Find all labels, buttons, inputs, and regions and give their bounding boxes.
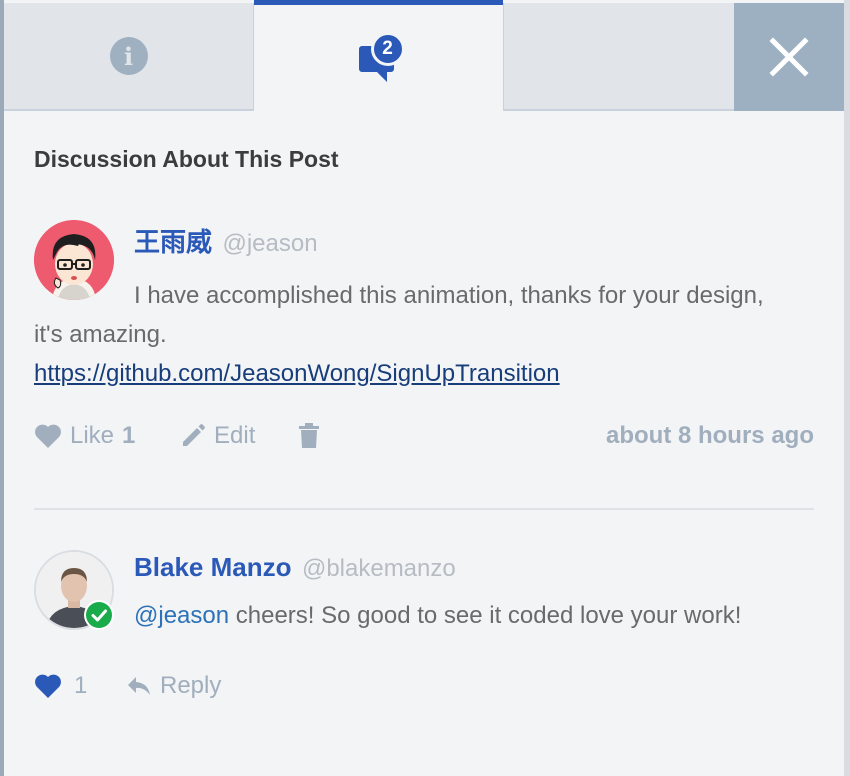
heart-outline-icon (35, 424, 61, 448)
timestamp[interactable]: about 8 hours ago (606, 416, 814, 456)
comment-text: I have accomplished this animation, than… (34, 282, 764, 348)
author-line: Blake Manzo @blakemanzo (134, 552, 456, 583)
pencil-icon (183, 424, 205, 446)
like-button[interactable]: Like 1 (34, 416, 135, 456)
like-button[interactable]: 1 (34, 666, 87, 706)
heart-filled-icon (35, 674, 61, 698)
comment-actions: 1 Reply (34, 666, 814, 706)
verified-badge (84, 600, 114, 630)
reply-button[interactable]: Reply (126, 666, 221, 706)
comment-body: @jeason cheers! So good to see it coded … (134, 602, 741, 630)
edit-label: Edit (214, 422, 256, 449)
comment-link[interactable]: https://github.com/JeasonWong/SignUpTran… (34, 360, 560, 387)
reply-arrow-icon (128, 677, 150, 695)
author-line: 王雨威 @jeason (134, 222, 318, 259)
author-handle[interactable]: @jeason (222, 230, 317, 257)
like-label: Like (70, 422, 115, 449)
discussion-panel: i 2 Discussion About This Post 王雨威 @jeas… (4, 0, 844, 776)
tab-bar: i 2 (4, 0, 844, 111)
tab-empty[interactable] (503, 3, 734, 111)
check-circle-icon (86, 602, 112, 628)
tab-info[interactable]: i (4, 3, 254, 111)
discussion-tab-icon-wrap: 2 (349, 30, 409, 90)
comment-body: I have accomplished this animation, than… (34, 276, 794, 393)
comment-text: cheers! So good to see it coded love you… (229, 602, 742, 629)
comment-count-badge: 2 (370, 32, 405, 66)
like-count: 1 (74, 672, 88, 699)
like-count: 1 (122, 422, 136, 449)
section-title: Discussion About This Post (34, 146, 339, 172)
trash-icon (299, 423, 319, 448)
close-button[interactable] (734, 3, 844, 111)
edit-button[interactable]: Edit (180, 416, 255, 456)
comment-actions: Like 1 Edit about 8 hours ago (34, 416, 814, 456)
close-icon (769, 37, 809, 77)
comment-divider (34, 508, 814, 510)
info-icon: i (109, 37, 148, 75)
reply-label: Reply (160, 672, 222, 699)
delete-button[interactable] (298, 416, 320, 456)
author-name[interactable]: 王雨威 (134, 227, 212, 257)
author-name[interactable]: Blake Manzo (134, 552, 292, 582)
mention-link[interactable]: @jeason (134, 602, 229, 629)
author-handle[interactable]: @blakemanzo (302, 555, 456, 582)
tab-discussion[interactable]: 2 (254, 0, 503, 111)
